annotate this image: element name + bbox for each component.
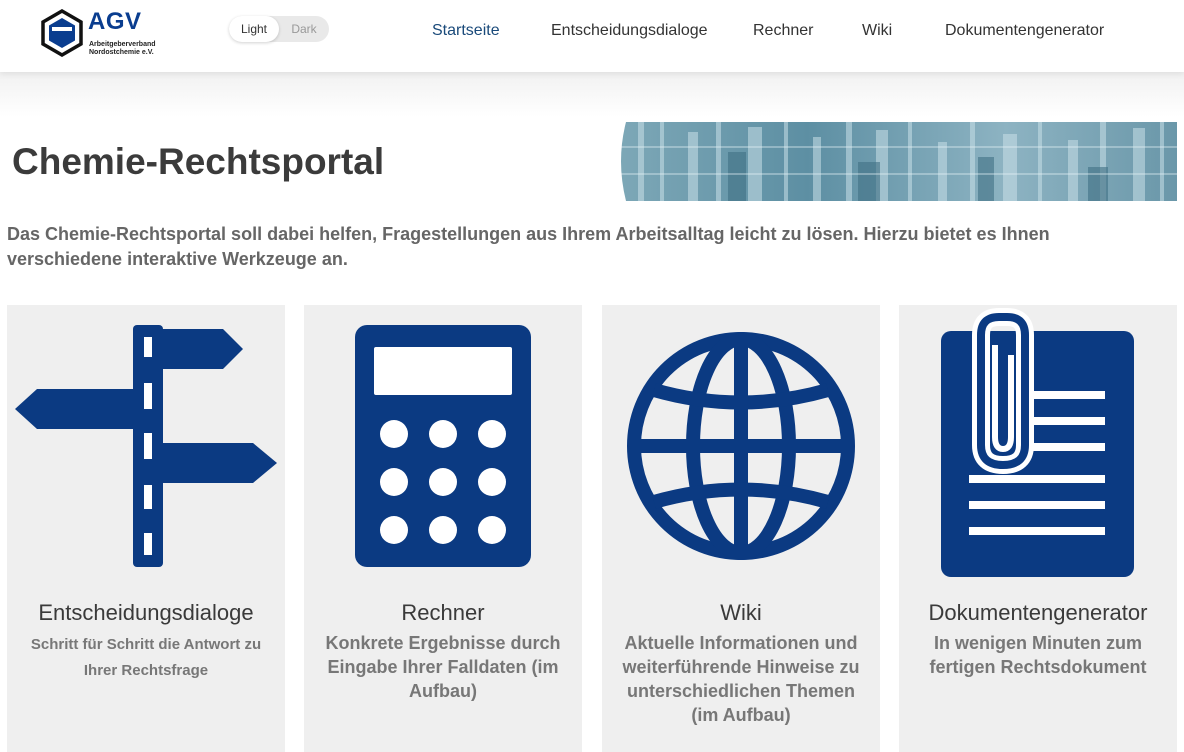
- theme-light-option[interactable]: Light: [229, 16, 279, 42]
- signpost-icon: [15, 325, 277, 567]
- chemical-plant-image: [608, 122, 1177, 201]
- nav-entscheidungsdialoge[interactable]: Entscheidungsdialoge: [551, 22, 708, 44]
- document-clip-icon: [941, 308, 1134, 577]
- card-description: In wenigen Minuten zum fertigen Rechtsdo…: [929, 633, 1147, 677]
- theme-toggle[interactable]: Light Dark: [229, 16, 329, 42]
- card-title: Wiki: [720, 600, 762, 625]
- globe-icon: [627, 332, 855, 560]
- card-dokumentengenerator[interactable]: Dokumentengenerator In wenigen Minuten z…: [899, 305, 1177, 752]
- chemical-plant-illustration-icon: [608, 122, 1177, 201]
- intro-text: Das Chemie-Rechtsportal soll dabei helfe…: [7, 224, 1050, 269]
- site-header: AGV Arbeitgeberverband Nordostchemie e.V…: [0, 0, 1184, 72]
- theme-dark-option[interactable]: Dark: [279, 16, 329, 42]
- nav-wiki[interactable]: Wiki: [862, 22, 892, 44]
- logo-abbreviation: AGV: [88, 8, 142, 35]
- card-description: Aktuelle Informationen und weiterführend…: [622, 633, 860, 725]
- card-description: Konkrete Ergebnisse durch Eingabe Ihrer …: [325, 633, 561, 701]
- agv-logo[interactable]: AGV Arbeitgeberverband Nordostchemie e.V…: [40, 8, 170, 60]
- card-rechner[interactable]: Rechner Konkrete Ergebnisse durch Eingab…: [304, 305, 582, 752]
- nav-dokumentengenerator[interactable]: Dokumentengenerator: [945, 22, 1104, 44]
- calculator-icon: [355, 325, 531, 567]
- card-wiki[interactable]: Wiki Aktuelle Informationen und weiterfü…: [602, 305, 880, 752]
- card-title: Dokumentengenerator: [928, 600, 1148, 625]
- card-description: Schritt für Schritt die Antwort zu Ihrer…: [30, 636, 262, 679]
- logo-subtitle: Arbeitgeberverband Nordostchemie e.V.: [89, 41, 156, 56]
- nav-rechner[interactable]: Rechner: [753, 22, 813, 44]
- card-title: Entscheidungsdialoge: [38, 600, 254, 625]
- hero-background: [0, 72, 1184, 117]
- card-entscheidungsdialoge[interactable]: Entscheidungsdialoge Schritt für Schritt…: [7, 305, 285, 752]
- page-title: Chemie-Rechtsportal: [12, 141, 385, 182]
- card-title: Rechner: [401, 600, 485, 625]
- agv-hexagon-logo-icon: [41, 9, 83, 57]
- nav-startseite[interactable]: Startseite: [432, 22, 500, 44]
